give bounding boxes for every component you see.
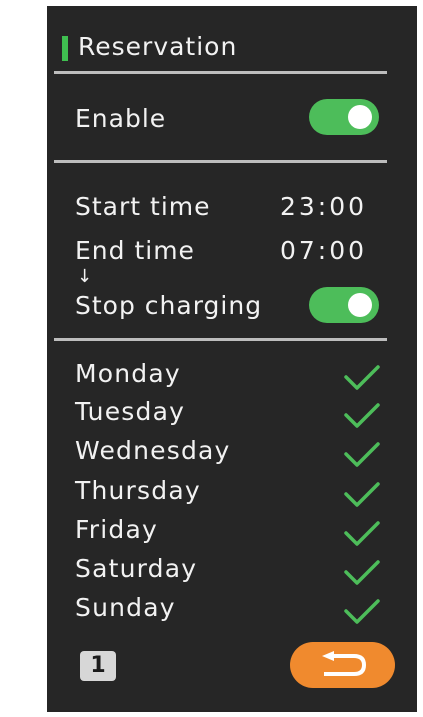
divider: [54, 71, 387, 74]
page-number-badge: 1: [80, 651, 116, 681]
day-label-monday: Monday: [75, 359, 181, 388]
divider: [54, 338, 387, 341]
checkmark-icon[interactable]: [342, 557, 382, 587]
day-label-friday: Friday: [75, 515, 158, 544]
checkmark-icon[interactable]: [342, 518, 382, 548]
day-label-sunday: Sunday: [75, 593, 176, 622]
end-time-label: End time: [75, 236, 195, 265]
stop-charging-toggle[interactable]: [309, 287, 379, 323]
page-title: Reservation: [78, 32, 238, 61]
checkmark-icon[interactable]: [342, 400, 382, 430]
checkmark-icon[interactable]: [342, 479, 382, 509]
day-label-saturday: Saturday: [75, 554, 198, 583]
toggle-knob: [348, 105, 372, 129]
back-button[interactable]: [290, 642, 395, 688]
day-label-thursday: Thursday: [75, 476, 201, 505]
reservation-screen: Reservation Enable Start time 23:00 End …: [47, 6, 417, 712]
day-label-tuesday: Tuesday: [75, 397, 186, 426]
title-accent-bar: [62, 36, 68, 61]
return-arrow-icon: [322, 651, 366, 676]
enable-toggle[interactable]: [309, 99, 379, 135]
down-arrow-icon: ↓: [77, 266, 93, 287]
start-time-label: Start time: [75, 192, 211, 221]
checkmark-icon[interactable]: [342, 439, 382, 469]
stop-charging-label: Stop charging: [75, 291, 263, 320]
checkmark-icon[interactable]: [342, 596, 382, 626]
checkmark-icon[interactable]: [342, 362, 382, 392]
start-time-value[interactable]: 23:00: [280, 192, 367, 222]
divider: [54, 160, 387, 163]
end-time-value[interactable]: 07:00: [280, 236, 367, 266]
day-label-wednesday: Wednesday: [75, 436, 231, 465]
enable-label: Enable: [75, 104, 167, 133]
toggle-knob: [348, 293, 372, 317]
